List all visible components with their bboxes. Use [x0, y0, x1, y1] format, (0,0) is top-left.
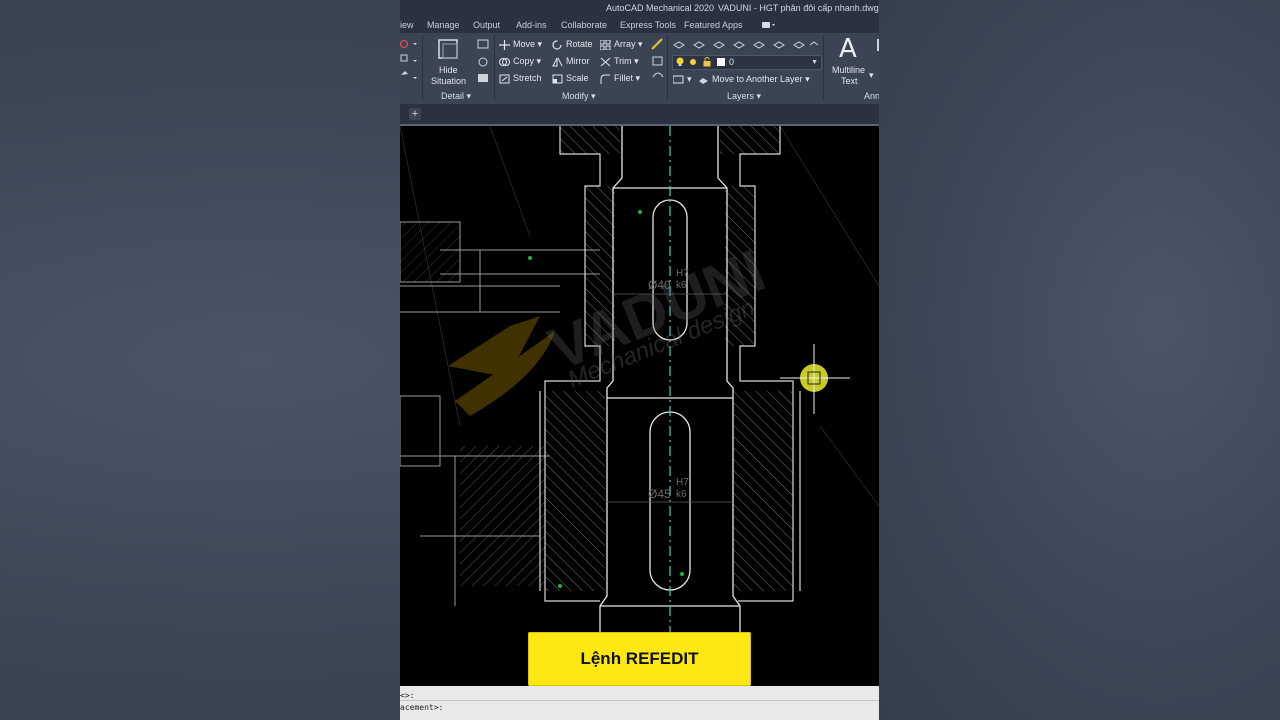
layers-panel-label[interactable]: Layers ▾ — [727, 90, 761, 102]
fit-upper-top: H7 — [676, 268, 689, 279]
fillet-icon — [600, 74, 610, 84]
current-layer-value: 0 — [729, 57, 735, 67]
sun-icon — [690, 59, 696, 65]
drawing-canvas[interactable]: VADUNI Mechanical design Ø40 H7 k6 Ø45 H… — [400, 126, 879, 686]
ribbon-separator — [667, 35, 668, 101]
layer-states-icon — [673, 75, 684, 84]
modify-extra-icons[interactable] — [650, 37, 666, 85]
title-bar: AutoCAD Mechanical 2020 VADUNI - HGT phâ… — [400, 0, 879, 17]
stretch-icon — [499, 74, 510, 84]
rotate-icon — [552, 40, 562, 50]
left-hatch — [400, 222, 460, 282]
dimension-upper: Ø40 — [648, 278, 671, 292]
color-swatch-icon — [717, 58, 725, 66]
array-label: Array — [614, 39, 636, 49]
array-button[interactable]: Array ▾ — [600, 38, 643, 50]
lower-housing — [460, 391, 793, 591]
multiline-text-icon[interactable]: A — [839, 34, 857, 64]
command-prompt[interactable]: acement>: — [400, 703, 443, 713]
ribbon-tabs: iew Manage Output Add-ins Collaborate Ex… — [400, 17, 879, 33]
move-button[interactable]: Move ▾ — [499, 38, 542, 50]
chevron-down-icon[interactable]: ▾ — [869, 69, 874, 81]
annotation-panel-label[interactable]: Ann — [864, 90, 879, 102]
file-tab-strip: + — [400, 104, 879, 124]
fillet-button[interactable]: Fillet ▾ — [600, 72, 640, 84]
copy-button[interactable]: Copy ▾ — [499, 55, 541, 67]
fit-upper-bottom: k6 — [676, 280, 687, 291]
dimension-lower: Ø45 — [648, 487, 671, 501]
tab-featured-apps[interactable]: Featured Apps — [684, 17, 743, 33]
multiline-text-label-2[interactable]: Text — [841, 75, 858, 87]
trim-label: Trim — [614, 56, 632, 66]
move-to-layer-label: Move to Another Layer — [712, 74, 803, 84]
mirror-icon — [552, 57, 563, 67]
copy-label: Copy — [513, 56, 535, 66]
light-bulb-icon — [676, 57, 684, 66]
modify-panel-label[interactable]: Modify ▾ — [562, 90, 596, 102]
ribbon-separator — [494, 35, 495, 101]
drawing-svg: VADUNI Mechanical design Ø40 H7 k6 Ø45 H… — [400, 126, 879, 686]
camera-icon[interactable] — [762, 21, 776, 29]
hide-situation-label-2[interactable]: Situation — [431, 75, 466, 87]
file-title: VADUNI - HGT phân đôi cấp nhanh.dwg — [718, 3, 879, 13]
array-icon — [600, 39, 611, 50]
copy-icon — [499, 57, 510, 66]
move-to-another-layer-button[interactable]: Move to Another Layer ▾ — [698, 73, 810, 85]
tab-manage[interactable]: Manage — [427, 17, 460, 33]
scale-label: Scale — [566, 73, 589, 83]
mirror-button[interactable]: Mirror — [552, 55, 590, 67]
right-background — [879, 0, 1280, 720]
hide-situation-icon[interactable] — [437, 38, 461, 62]
mirror-label: Mirror — [566, 56, 590, 66]
ribbon: Hide Situation Detail ▾ Move ▾ Copy ▾ St… — [400, 33, 879, 104]
caption-banner: Lệnh REFEDIT — [528, 632, 751, 686]
app-title: AutoCAD Mechanical 2020 — [606, 3, 715, 13]
scale-icon — [552, 74, 563, 84]
move-layer-icon — [699, 77, 708, 84]
tab-output[interactable]: Output — [473, 17, 500, 33]
tab-collaborate[interactable]: Collaborate — [561, 17, 607, 33]
lock-icon — [703, 57, 711, 67]
scale-button[interactable]: Scale — [552, 72, 589, 84]
cut-off-tools-icon[interactable] — [400, 39, 418, 85]
tab-view[interactable]: iew — [400, 17, 414, 33]
tab-express-tools[interactable]: Express Tools — [620, 17, 676, 33]
chevron-down-icon: ▼ — [811, 59, 818, 66]
fillet-label: Fillet — [614, 73, 634, 83]
cut-off-icon — [877, 39, 879, 51]
command-line[interactable]: <>: acement>: — [400, 686, 879, 720]
layer-properties-button[interactable]: ▾ — [673, 73, 692, 85]
fit-lower-bottom: k6 — [676, 489, 687, 500]
detail-panel-label[interactable]: Detail ▾ — [441, 90, 471, 102]
move-icon — [499, 39, 510, 50]
stretch-label: Stretch — [513, 73, 542, 83]
watermark — [448, 316, 555, 416]
new-tab-button[interactable]: + — [409, 108, 421, 120]
stretch-button[interactable]: Stretch — [499, 72, 542, 84]
detail-small-icons[interactable] — [476, 37, 492, 85]
move-label: Move — [513, 39, 536, 49]
layer-tools-icons[interactable] — [672, 37, 820, 51]
rotate-label: Rotate — [566, 39, 593, 49]
command-divider — [400, 700, 879, 701]
tab-add-ins[interactable]: Add-ins — [516, 17, 547, 33]
ribbon-separator — [422, 35, 423, 101]
fit-lower-top: H7 — [676, 477, 689, 488]
rotate-button[interactable]: Rotate — [552, 38, 593, 50]
ribbon-separator — [823, 35, 824, 101]
autocad-window: AutoCAD Mechanical 2020 VADUNI - HGT phâ… — [400, 0, 879, 720]
trim-icon — [600, 57, 611, 66]
trim-button[interactable]: Trim ▾ — [600, 55, 639, 67]
layer-dropdown[interactable]: 0 ▼ — [672, 55, 822, 70]
